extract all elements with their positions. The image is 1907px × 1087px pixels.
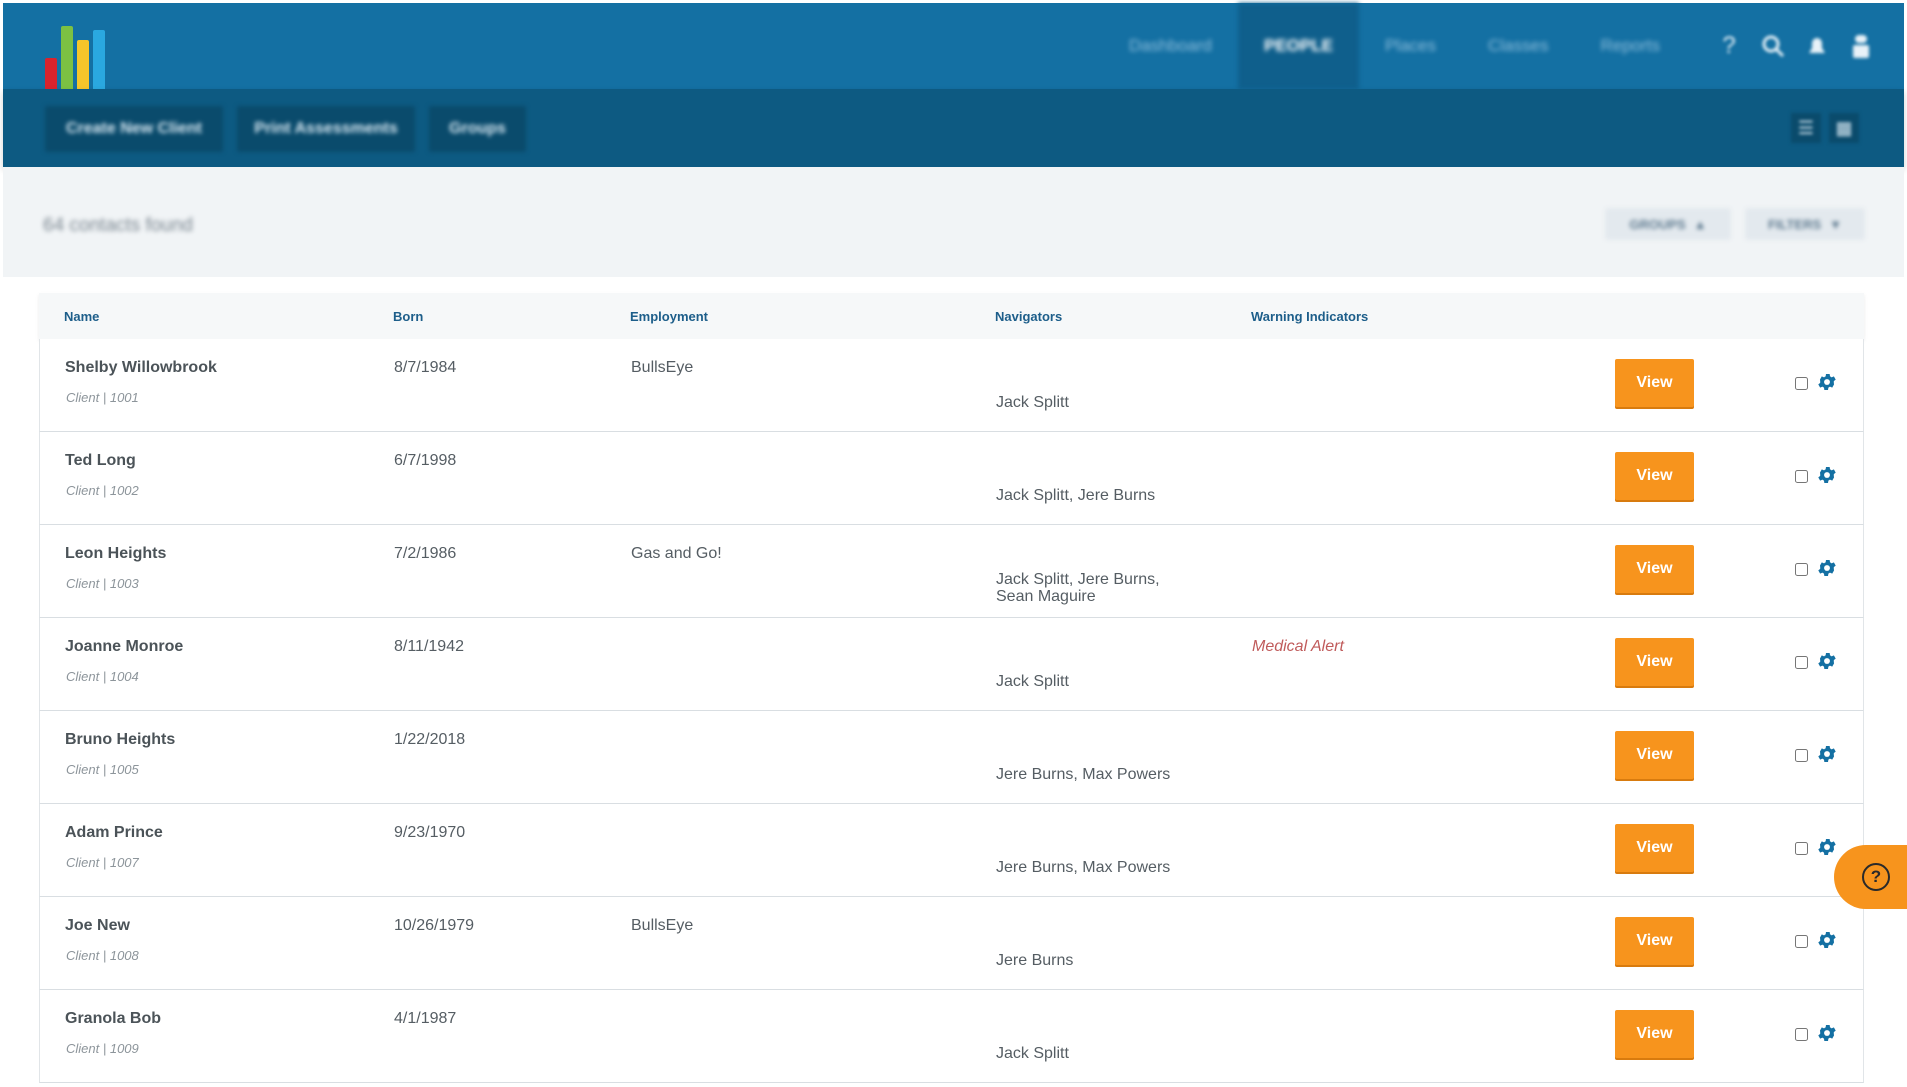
view-button[interactable]: View [1615,1010,1694,1058]
gear-icon[interactable] [1816,1022,1838,1044]
search-icon[interactable] [1760,33,1786,59]
brand-logo[interactable] [41,6,127,92]
column-header-navigators[interactable]: Navigators [995,309,1062,324]
row-select-checkbox[interactable] [1795,842,1808,855]
table-row: Joe New Client | 1008 10/26/1979 BullsEye Je… [39,897,1864,990]
groups-button[interactable]: Groups [429,106,526,152]
user-icon[interactable] [1848,33,1874,59]
client-id: Client | 1003 [66,576,139,591]
client-name[interactable]: Shelby Willowbrook [65,359,217,376]
table-row: Ted Long Client | 1002 6/7/1998 Jack Splitt… [39,432,1864,525]
filters-button[interactable]: FILTERS ▼ [1745,208,1865,240]
help-icon[interactable]: ? [1716,32,1742,59]
help-button[interactable]: ? [1834,845,1907,909]
gear-icon[interactable] [1816,743,1838,765]
table-row: Joanne Monroe Client | 1004 8/11/1942 Jack … [39,618,1864,711]
nav-item-classes[interactable]: Classes [1462,3,1574,89]
main-nav: Dashboard PEOPLE Places Classes Reports … [1103,3,1904,89]
results-count: 64 contacts found [43,215,193,236]
client-employment: BullsEye [631,917,694,934]
client-name[interactable]: Adam Prince [65,824,163,841]
gear-icon[interactable] [1816,464,1838,486]
client-id: Client | 1005 [66,762,139,777]
table-body: Shelby Willowbrook Client | 1001 8/7/1984 B… [39,339,1864,1083]
results-header: 64 contacts found GROUPS ▲ FILTERS ▼ [3,167,1904,277]
view-button[interactable]: View [1615,545,1694,593]
client-born: 7/2/1986 [394,545,457,562]
gear-icon[interactable] [1816,836,1838,858]
groups-filter-icon: ▲ [1693,216,1707,232]
column-header-born[interactable]: Born [393,309,423,324]
table-row: Shelby Willowbrook Client | 1001 8/7/1984 B… [39,339,1864,432]
client-born: 8/11/1942 [394,638,464,655]
client-id: Client | 1009 [66,1041,139,1056]
row-select-checkbox[interactable] [1795,656,1808,669]
question-mark-icon: ? [1862,863,1890,891]
table-row: Granola Bob Client | 1009 4/1/1987 Jack Spl… [39,990,1864,1083]
chevron-down-icon: ▼ [1829,216,1843,232]
client-warning: Medical Alert [1252,638,1344,655]
notifications-icon[interactable] [1804,33,1830,59]
table-header: Name Born Employment Navigators Warning … [39,293,1864,339]
app: Dashboard PEOPLE Places Classes Reports … [0,0,1907,1087]
column-header-name[interactable]: Name [64,309,99,324]
nav-item-reports[interactable]: Reports [1574,3,1686,89]
gear-icon[interactable] [1816,929,1838,951]
groups-filter-button[interactable]: GROUPS ▲ [1605,208,1731,240]
top-navbar: Dashboard PEOPLE Places Classes Reports … [3,3,1904,92]
row-select-checkbox[interactable] [1795,563,1808,576]
row-select-checkbox[interactable] [1795,1028,1808,1041]
client-name[interactable]: Joe New [65,917,130,934]
client-born: 1/22/2018 [394,731,466,748]
gear-icon[interactable] [1816,557,1838,579]
client-born: 10/26/1979 [394,917,475,934]
row-select-checkbox[interactable] [1795,470,1808,483]
client-employment: Gas and Go! [631,545,722,562]
table-row: Leon Heights Client | 1003 7/2/1986 Gas and… [39,525,1864,618]
client-navigators: Jack Splitt [996,1044,1069,1062]
table-row: Adam Prince Client | 1007 9/23/1970 Jere Bu… [39,804,1864,897]
client-id: Client | 1001 [66,390,139,405]
client-name[interactable]: Ted Long [65,452,136,469]
view-button[interactable]: View [1615,359,1694,407]
create-client-button[interactable]: Create New Client [45,106,223,152]
action-toolbar: Create New Client Print Assessments Grou… [3,89,1904,167]
client-born: 9/23/1970 [394,824,466,841]
row-select-checkbox[interactable] [1795,749,1808,762]
print-assessments-button[interactable]: Print Assessments [237,106,415,152]
client-id: Client | 1008 [66,948,139,963]
nav-icon-group: ? [1686,32,1904,59]
filters-label: FILTERS [1767,216,1822,232]
nav-item-people[interactable]: PEOPLE [1238,3,1359,89]
row-select-checkbox[interactable] [1795,935,1808,948]
column-header-employment[interactable]: Employment [630,309,708,324]
view-button[interactable]: View [1615,731,1694,779]
column-header-warnings[interactable]: Warning Indicators [1251,309,1368,324]
table-row: Bruno Heights Client | 1005 1/22/2018 Jere … [39,711,1864,804]
row-select-checkbox[interactable] [1795,377,1808,390]
gear-icon[interactable] [1816,371,1838,393]
view-button[interactable]: View [1615,638,1694,686]
client-id: Client | 1004 [66,669,139,684]
groups-filter-label: GROUPS [1629,216,1686,232]
view-button[interactable]: View [1615,917,1694,965]
list-view-icon[interactable]: ☰ [1791,113,1821,143]
client-name[interactable]: Joanne Monroe [65,638,183,655]
client-id: Client | 1002 [66,483,139,498]
grid-view-icon[interactable]: ▦ [1829,113,1859,143]
gear-icon[interactable] [1816,650,1838,672]
nav-item-places[interactable]: Places [1359,3,1462,89]
view-button[interactable]: View [1615,452,1694,500]
client-born: 4/1/1987 [394,1010,457,1027]
client-name[interactable]: Leon Heights [65,545,166,562]
nav-item-dashboard[interactable]: Dashboard [1103,3,1238,89]
client-born: 8/7/1984 [394,359,457,376]
client-employment: BullsEye [631,359,694,376]
client-id: Client | 1007 [66,855,139,870]
contacts-table: Name Born Employment Navigators Warning … [39,293,1864,1083]
view-button[interactable]: View [1615,824,1694,872]
client-name[interactable]: Bruno Heights [65,731,175,748]
client-born: 6/7/1998 [394,452,457,469]
client-name[interactable]: Granola Bob [65,1010,161,1027]
